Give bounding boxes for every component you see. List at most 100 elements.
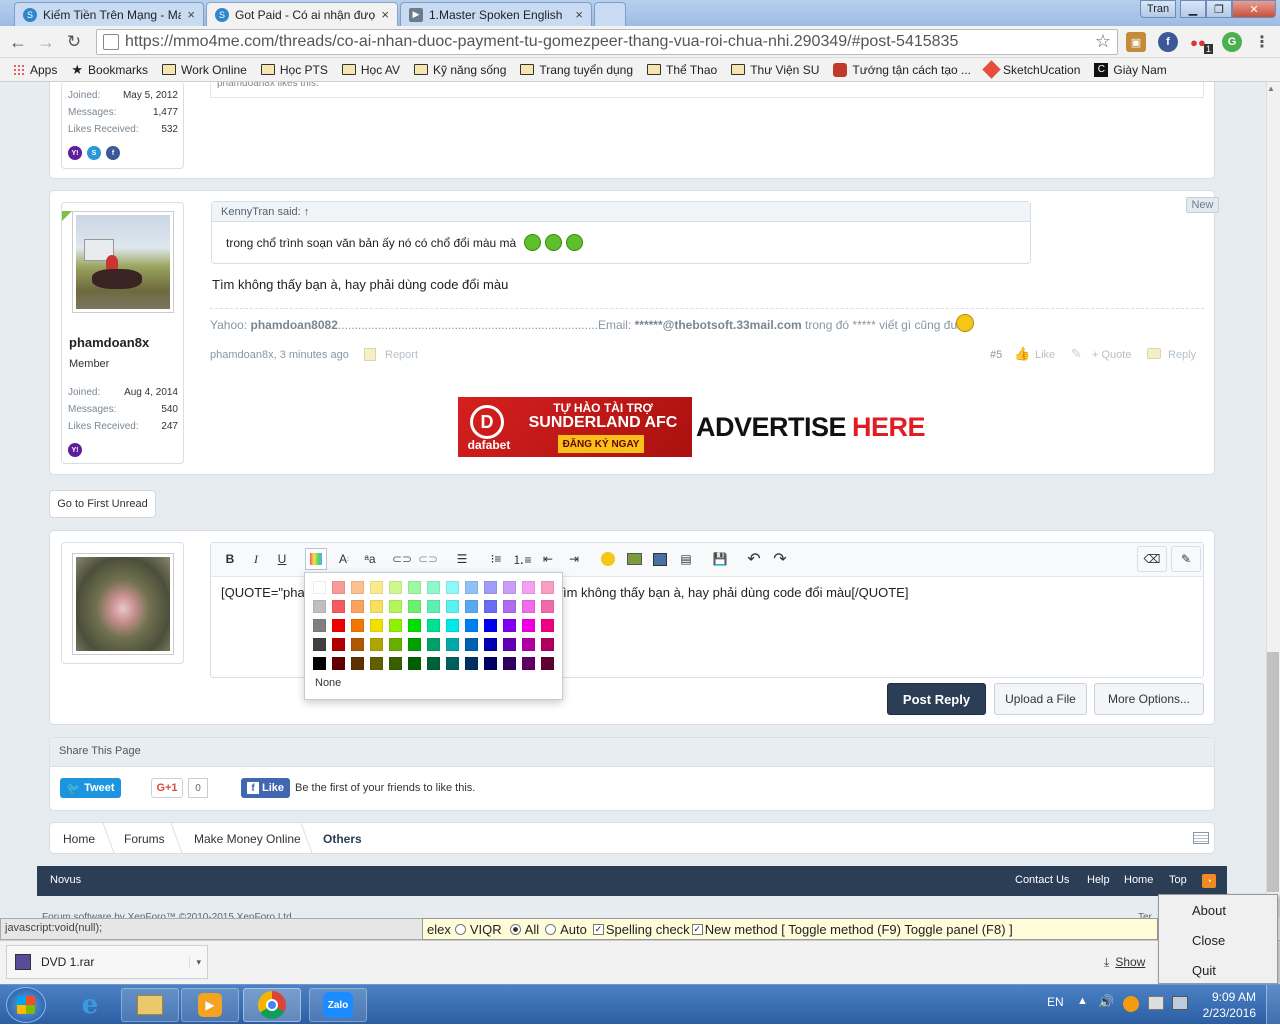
extension-green-icon[interactable]: G [1222, 32, 1242, 52]
color-swatch[interactable] [541, 581, 554, 594]
gplus-button[interactable]: G+1 [151, 778, 183, 798]
download-item[interactable]: DVD 1.rar ▾ [6, 945, 208, 979]
back-icon[interactable]: ← [6, 30, 30, 54]
crumb-make-money-online[interactable]: Make Money Online [194, 824, 301, 854]
color-swatch[interactable] [408, 657, 421, 670]
color-swatch[interactable] [427, 638, 440, 651]
crumb-others[interactable]: Others [323, 824, 362, 854]
username[interactable]: phamdoan8x [69, 335, 149, 350]
advertise-here-ad[interactable]: ADVERTISE HERE [692, 397, 929, 457]
color-swatch[interactable] [503, 600, 516, 613]
reply-link[interactable]: Reply [1168, 349, 1196, 361]
color-swatch[interactable] [503, 581, 516, 594]
color-swatch[interactable] [351, 581, 364, 594]
extension-box-icon[interactable]: ▣ [1126, 32, 1146, 52]
color-swatch[interactable] [408, 581, 421, 594]
language-indicator[interactable]: EN [1047, 995, 1064, 1009]
footer-top[interactable]: Top [1169, 874, 1187, 886]
color-swatch[interactable] [370, 600, 383, 613]
bookmark-folder[interactable]: Work Online [155, 63, 254, 77]
color-swatch[interactable] [522, 581, 535, 594]
color-swatch[interactable] [465, 581, 478, 594]
bookmark-giay-nam[interactable]: C Giày Nam [1087, 62, 1173, 77]
facebook-icon[interactable]: f [1158, 32, 1178, 52]
tab-got-paid[interactable]: S Got Paid - Có ai nhận đượ × [206, 2, 398, 26]
insert-icon[interactable]: ▤ [676, 549, 696, 569]
color-swatch[interactable] [465, 619, 478, 632]
maximize-button[interactable]: ❐ [1206, 0, 1232, 18]
address-bar[interactable]: https://mmo4me.com/threads/co-ai-nhan-du… [96, 29, 1118, 55]
indent-icon[interactable]: ⇥ [564, 549, 584, 569]
radio-viqr[interactable] [454, 923, 466, 935]
checkbox-spelling[interactable]: ✓ [592, 923, 604, 935]
color-swatch[interactable] [427, 657, 440, 670]
network-icon[interactable] [1172, 996, 1188, 1010]
color-swatch[interactable] [427, 600, 440, 613]
close-icon[interactable]: × [187, 7, 195, 22]
link-icon[interactable]: ⊂⊃ [392, 549, 412, 569]
color-swatch[interactable] [332, 657, 345, 670]
bookmark-folder[interactable]: Học PTS [254, 63, 335, 77]
color-swatch[interactable] [503, 638, 516, 651]
close-icon[interactable]: × [575, 7, 583, 22]
bookmark-site[interactable]: Tướng tận cách tạo ... [826, 62, 978, 77]
color-swatch[interactable] [408, 619, 421, 632]
font-size-button[interactable]: A: [334, 549, 354, 569]
crumb-forums[interactable]: Forums [124, 824, 165, 854]
bookmark-apps[interactable]: Apps [6, 63, 64, 77]
bookmark-folder[interactable]: Kỹ năng sống [407, 63, 513, 77]
color-swatch[interactable] [446, 600, 459, 613]
post-reply-button[interactable]: Post Reply [887, 683, 986, 715]
forward-icon[interactable]: → [34, 30, 58, 54]
post-meta[interactable]: phamdoan8x, 3 minutes ago [210, 349, 349, 361]
quote-author[interactable]: KennyTran said: ↑ [212, 202, 1030, 222]
color-swatch[interactable] [541, 657, 554, 670]
color-swatch[interactable] [484, 657, 497, 670]
color-swatch[interactable] [465, 600, 478, 613]
reply-icon[interactable] [1147, 348, 1161, 359]
color-swatch[interactable] [370, 657, 383, 670]
yahoo-icon[interactable]: Y! [68, 443, 82, 457]
color-swatch[interactable] [446, 581, 459, 594]
facebook-icon[interactable]: f [106, 146, 120, 160]
color-swatch[interactable] [370, 581, 383, 594]
tab-kiem-tien[interactable]: S Kiếm Tiền Trên Mạng - Ma × [14, 2, 204, 26]
color-swatch[interactable] [313, 600, 326, 613]
italic-button[interactable]: I [246, 549, 266, 569]
color-swatch[interactable] [503, 657, 516, 670]
more-options-button[interactable]: More Options... [1094, 683, 1204, 715]
zalo-taskbar-icon[interactable]: Zalo [309, 988, 367, 1022]
rss-icon[interactable]: ◔ [1202, 874, 1216, 888]
color-swatch[interactable] [370, 619, 383, 632]
like-icon[interactable]: 👍 [1014, 346, 1030, 362]
report-link[interactable]: Report [385, 349, 418, 361]
radio-all[interactable] [509, 923, 521, 935]
bookmark-folder[interactable]: Trang tuyển dụng [513, 63, 640, 77]
color-swatch[interactable] [427, 619, 440, 632]
color-none-option[interactable]: None [315, 677, 341, 689]
color-swatch[interactable] [522, 638, 535, 651]
user-badge[interactable]: Tran [1140, 0, 1176, 18]
dafabet-ad[interactable]: D dafabet TỰ HÀO TÀI TRỢ SUNDERLAND AFC … [458, 397, 692, 457]
color-swatch[interactable] [313, 619, 326, 632]
color-swatch[interactable] [484, 581, 497, 594]
menu-item-close[interactable]: Close [1159, 925, 1277, 955]
color-swatch[interactable] [522, 600, 535, 613]
tray-app-icon[interactable] [1123, 996, 1139, 1012]
bookmark-bookmarks[interactable]: ★ Bookmarks [64, 62, 155, 78]
color-swatch[interactable] [522, 619, 535, 632]
chrome-taskbar-icon[interactable] [243, 988, 301, 1022]
star-icon[interactable]: ☆ [1095, 31, 1111, 52]
my-avatar[interactable] [72, 553, 174, 655]
footer-home[interactable]: Home [1124, 874, 1153, 886]
tab-master-english[interactable]: ▶ 1.Master Spoken English × [400, 2, 592, 26]
checkbox-new-method[interactable]: ✓ [691, 923, 703, 935]
ie-taskbar-icon[interactable]: e [61, 988, 119, 1022]
footer-contact[interactable]: Contact Us [1015, 874, 1069, 886]
color-swatch[interactable] [408, 600, 421, 613]
font-family-button[interactable]: ᵃa [360, 549, 380, 569]
text-color-button[interactable] [305, 548, 327, 570]
avatar[interactable] [72, 211, 174, 313]
tweet-button[interactable]: 🐦 Tweet [60, 778, 121, 798]
upload-file-button[interactable]: Upload a File [994, 683, 1087, 715]
